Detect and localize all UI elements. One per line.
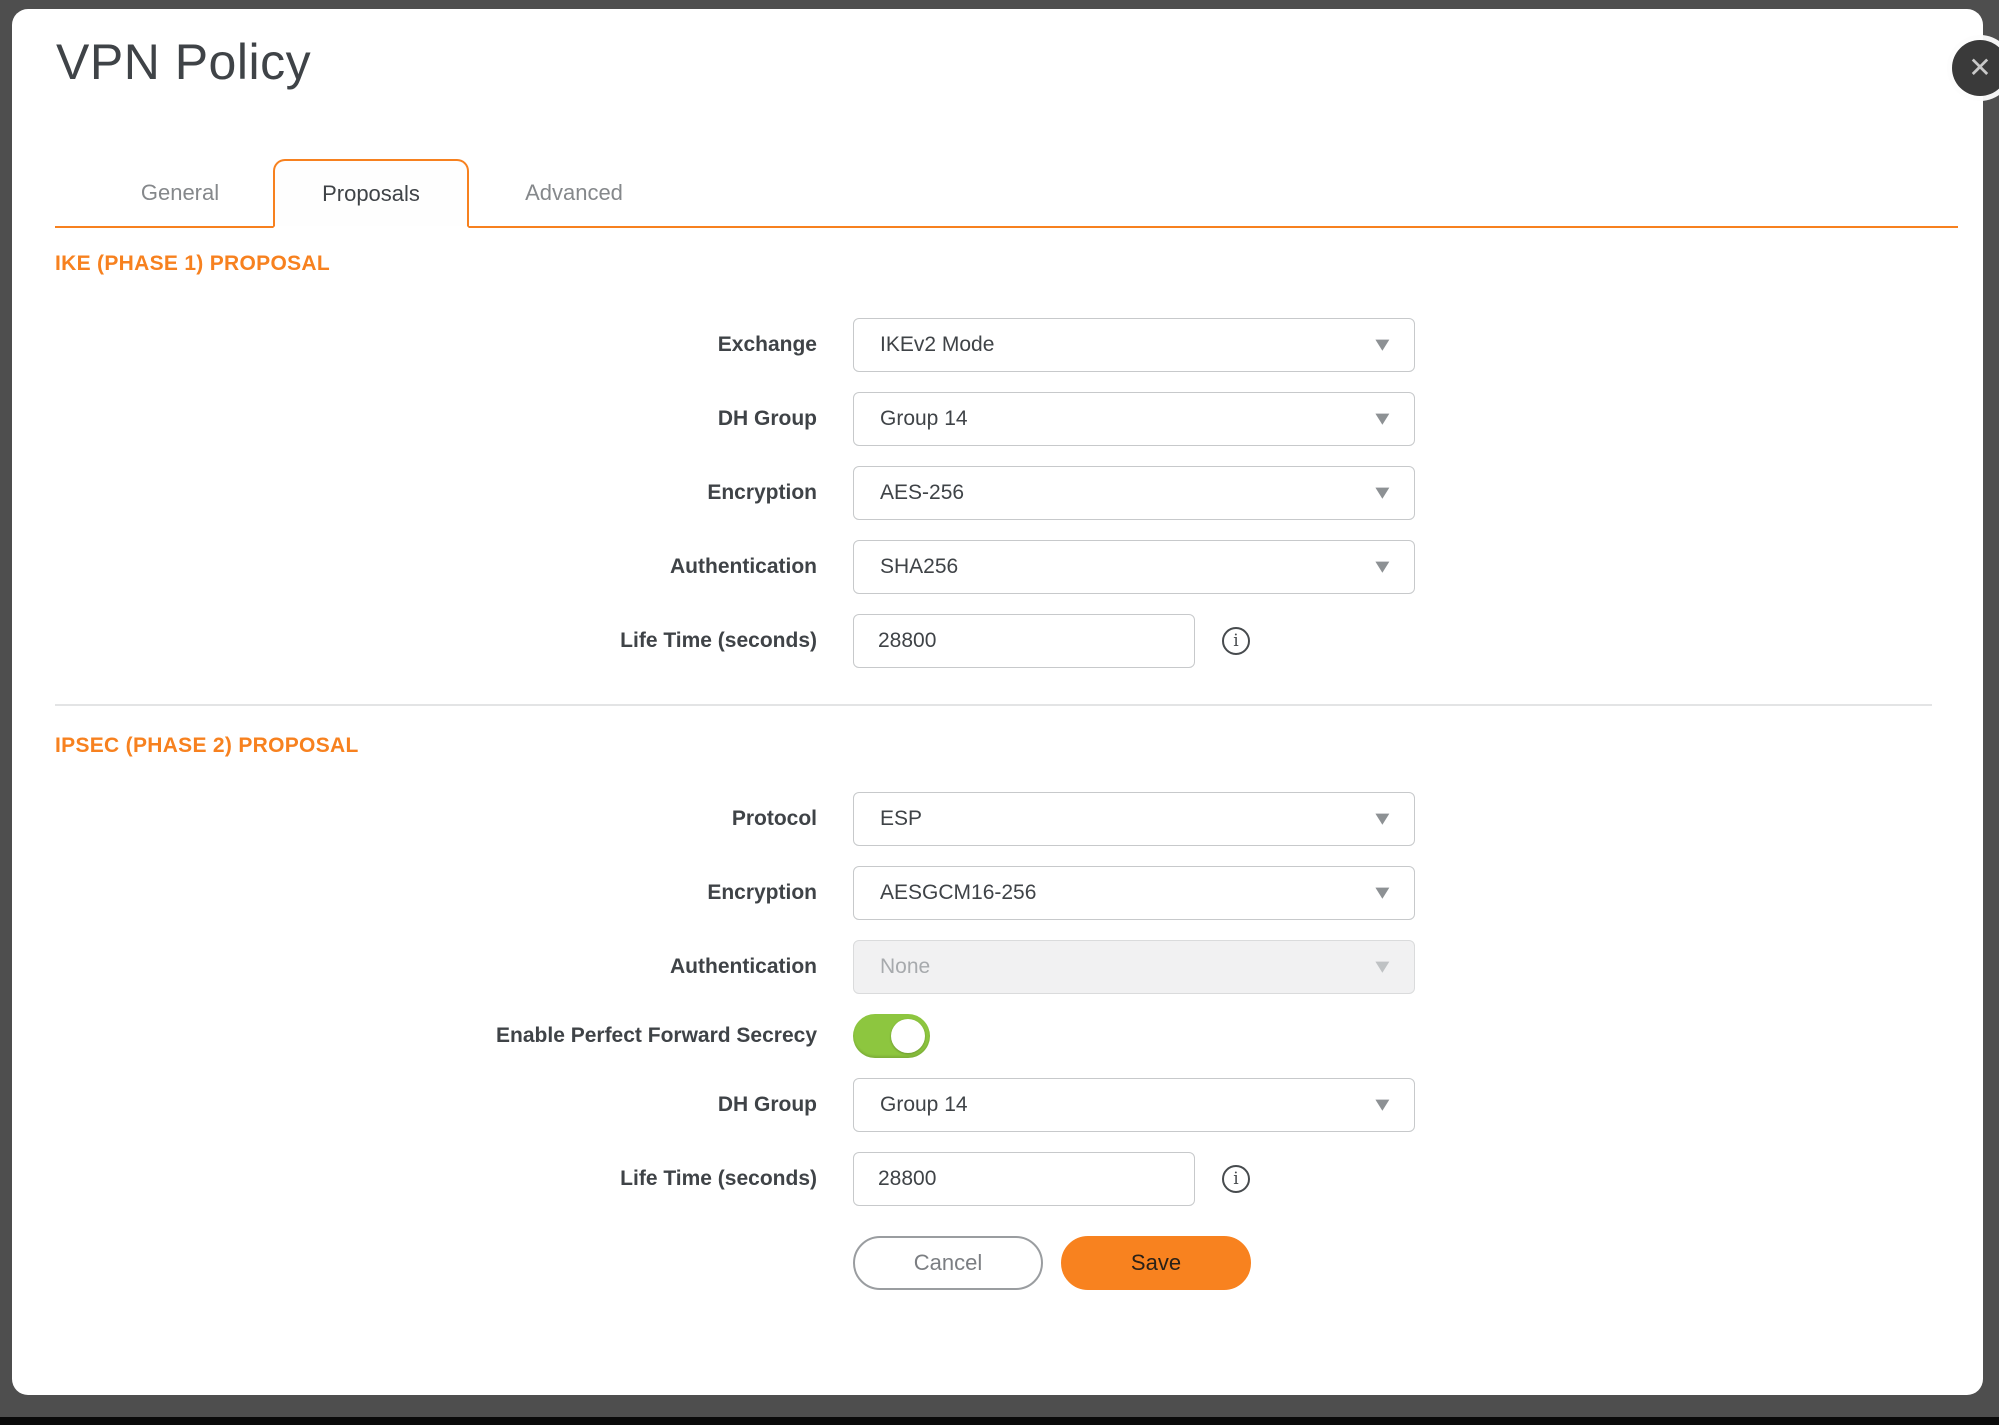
chevron-down-icon: ▼ — [1371, 810, 1395, 829]
dh-group-select[interactable]: Group 14 ▼ — [853, 392, 1415, 446]
exchange-select[interactable]: IKEv2 Mode ▼ — [853, 318, 1415, 372]
pfs-toggle-knob — [891, 1019, 925, 1053]
life-time-phase2-input[interactable] — [853, 1152, 1195, 1206]
authentication-label: Authentication — [12, 555, 817, 579]
authentication-phase2-select: None ▼ — [853, 940, 1415, 994]
tab-advanced-label: Advanced — [525, 180, 623, 206]
form-row-life-time: Life Time (seconds) i — [12, 614, 1983, 668]
authentication-phase2-select-value: None — [880, 955, 930, 979]
authentication-phase2-label: Authentication — [12, 955, 817, 979]
save-button-label: Save — [1131, 1250, 1181, 1276]
screen-frame: VPN Policy General Proposals Advanced IK… — [0, 0, 1999, 1425]
section-divider — [55, 704, 1932, 706]
tab-proposals[interactable]: Proposals — [273, 159, 469, 228]
close-button[interactable]: ✕ — [1952, 40, 1999, 96]
tab-advanced[interactable]: Advanced — [469, 159, 679, 228]
exchange-label: Exchange — [12, 333, 817, 357]
chevron-down-icon: ▼ — [1371, 1096, 1395, 1115]
tab-proposals-label: Proposals — [322, 181, 420, 207]
pfs-label: Enable Perfect Forward Secrecy — [12, 1024, 817, 1048]
close-icon: ✕ — [1968, 54, 1991, 82]
protocol-label: Protocol — [12, 807, 817, 831]
form-row-dh-group-phase2: DH Group Group 14 ▼ — [12, 1078, 1983, 1132]
tab-bar-spacer — [55, 159, 87, 228]
pfs-toggle[interactable] — [853, 1014, 930, 1058]
vpn-policy-dialog: VPN Policy General Proposals Advanced IK… — [12, 9, 1983, 1395]
section-heading-ike-phase1: IKE (PHASE 1) PROPOSAL — [55, 252, 1983, 276]
save-button[interactable]: Save — [1061, 1236, 1251, 1290]
cancel-button[interactable]: Cancel — [853, 1236, 1043, 1290]
section-heading-ipsec-phase2: IPSEC (PHASE 2) PROPOSAL — [55, 734, 1983, 758]
encryption-label: Encryption — [12, 481, 817, 505]
encryption-select-value: AES-256 — [880, 481, 964, 505]
life-time-label: Life Time (seconds) — [12, 629, 817, 653]
form-row-life-time-phase2: Life Time (seconds) i — [12, 1152, 1983, 1206]
form-row-exchange: Exchange IKEv2 Mode ▼ — [12, 318, 1983, 372]
dh-group-label: DH Group — [12, 407, 817, 431]
dh-group-phase2-select[interactable]: Group 14 ▼ — [853, 1078, 1415, 1132]
tab-general[interactable]: General — [87, 159, 273, 228]
exchange-select-value: IKEv2 Mode — [880, 333, 994, 357]
chevron-down-icon: ▼ — [1371, 336, 1395, 355]
life-time-phase2-label: Life Time (seconds) — [12, 1167, 817, 1191]
form-row-protocol: Protocol ESP ▼ — [12, 792, 1983, 846]
info-icon[interactable]: i — [1222, 627, 1250, 655]
tab-general-label: General — [141, 180, 219, 206]
protocol-select[interactable]: ESP ▼ — [853, 792, 1415, 846]
dialog-footer: Cancel Save — [853, 1236, 1983, 1290]
encryption-phase2-select-value: AESGCM16-256 — [880, 881, 1036, 905]
encryption-select[interactable]: AES-256 ▼ — [853, 466, 1415, 520]
form-row-encryption-phase2: Encryption AESGCM16-256 ▼ — [12, 866, 1983, 920]
dh-group-select-value: Group 14 — [880, 407, 968, 431]
chevron-down-icon: ▼ — [1371, 410, 1395, 429]
tab-bar: General Proposals Advanced — [55, 159, 1958, 228]
cancel-button-label: Cancel — [914, 1250, 982, 1276]
dh-group-phase2-select-value: Group 14 — [880, 1093, 968, 1117]
protocol-select-value: ESP — [880, 807, 922, 831]
dh-group-phase2-label: DH Group — [12, 1093, 817, 1117]
authentication-select-value: SHA256 — [880, 555, 958, 579]
info-icon-glyph: i — [1233, 633, 1238, 650]
chevron-down-icon: ▼ — [1371, 484, 1395, 503]
form-row-encryption: Encryption AES-256 ▼ — [12, 466, 1983, 520]
life-time-input[interactable] — [853, 614, 1195, 668]
encryption-phase2-label: Encryption — [12, 881, 817, 905]
frame-bottom-strip — [0, 1417, 1999, 1425]
info-icon-glyph: i — [1233, 1171, 1238, 1188]
form-row-pfs: Enable Perfect Forward Secrecy — [12, 1014, 1983, 1058]
authentication-select[interactable]: SHA256 ▼ — [853, 540, 1415, 594]
form-row-authentication-phase2: Authentication None ▼ — [12, 940, 1983, 994]
encryption-phase2-select[interactable]: AESGCM16-256 ▼ — [853, 866, 1415, 920]
chevron-down-icon: ▼ — [1371, 884, 1395, 903]
form-row-authentication: Authentication SHA256 ▼ — [12, 540, 1983, 594]
info-icon[interactable]: i — [1222, 1165, 1250, 1193]
form-row-dh-group: DH Group Group 14 ▼ — [12, 392, 1983, 446]
page-title: VPN Policy — [56, 33, 311, 91]
chevron-down-icon: ▼ — [1371, 958, 1395, 977]
proposals-tab-content: IKE (PHASE 1) PROPOSAL Exchange IKEv2 Mo… — [12, 230, 1983, 1290]
chevron-down-icon: ▼ — [1371, 558, 1395, 577]
tab-bar-filler — [679, 159, 1958, 228]
